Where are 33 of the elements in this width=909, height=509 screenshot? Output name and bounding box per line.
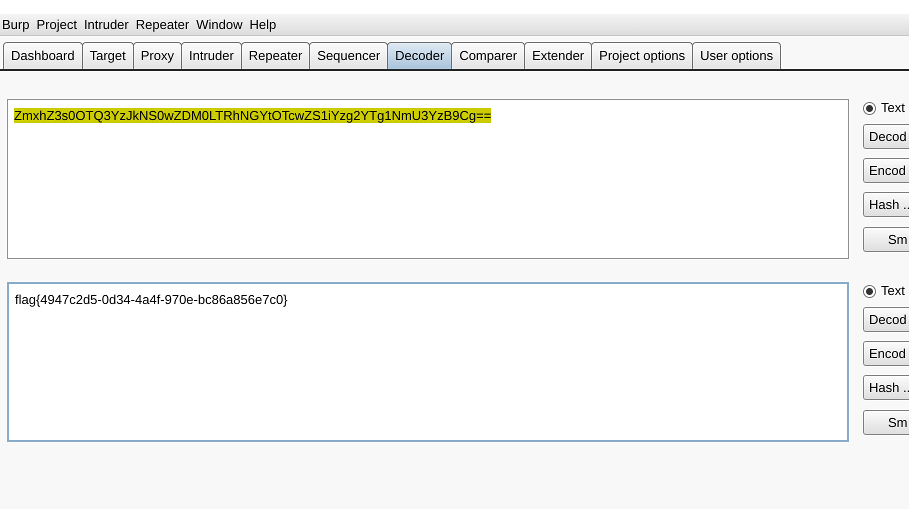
tab[interactable]: Dashboard (3, 42, 83, 69)
menu-item[interactable]: Project (36, 14, 77, 34)
menu-item[interactable]: Help (249, 14, 276, 34)
action-button[interactable]: Encod (863, 341, 909, 366)
action-button[interactable]: Sm (863, 410, 909, 435)
text-content: flag{4947c2d5-0d34-4a4f-970e-bc86a856e7c0} (15, 292, 288, 307)
menu-item[interactable]: Window (196, 14, 242, 34)
tab[interactable]: Project options (591, 42, 694, 69)
tab[interactable]: Intruder (180, 42, 242, 69)
tab[interactable]: Repeater (240, 42, 310, 69)
text-content: ZmxhZ3s0OTQ3YzJkNS0wZDM0LTRhNGYtOTcwZS1iYzg2YTg1NmU3YzB9Cg== (14, 108, 492, 123)
tab[interactable]: Decoder (387, 42, 452, 69)
tab[interactable]: Extender (524, 42, 592, 69)
tab[interactable]: User options (692, 42, 782, 69)
menu-item[interactable]: Repeater (136, 14, 190, 34)
text-area[interactable]: flag{4947c2d5-0d34-4a4f-970e-bc86a856e7c0} (7, 282, 849, 442)
tab[interactable]: Sequencer (309, 42, 388, 69)
radio-label: Text (881, 282, 905, 300)
menu-item[interactable]: Burp (2, 14, 30, 34)
action-button[interactable]: Decod (863, 307, 909, 332)
action-button[interactable]: Sm (863, 227, 909, 252)
action-button[interactable]: Hash .. (863, 375, 909, 400)
tab[interactable]: Comparer (451, 42, 526, 69)
action-button[interactable]: Hash .. (863, 192, 909, 217)
radio-button[interactable] (863, 284, 876, 298)
tab[interactable]: Proxy (132, 42, 182, 69)
radio-button[interactable] (863, 102, 876, 114)
tab[interactable]: Target (82, 42, 134, 69)
action-button[interactable]: Encod (863, 158, 909, 183)
radio-label: Text (881, 99, 905, 118)
menu-item[interactable]: Intruder (84, 14, 129, 34)
text-area[interactable]: ZmxhZ3s0OTQ3YzJkNS0wZDM0LTRhNGYtOTcwZS1iYzg2YTg1NmU3YzB9Cg== (7, 99, 849, 259)
action-button[interactable]: Decod (863, 124, 909, 149)
